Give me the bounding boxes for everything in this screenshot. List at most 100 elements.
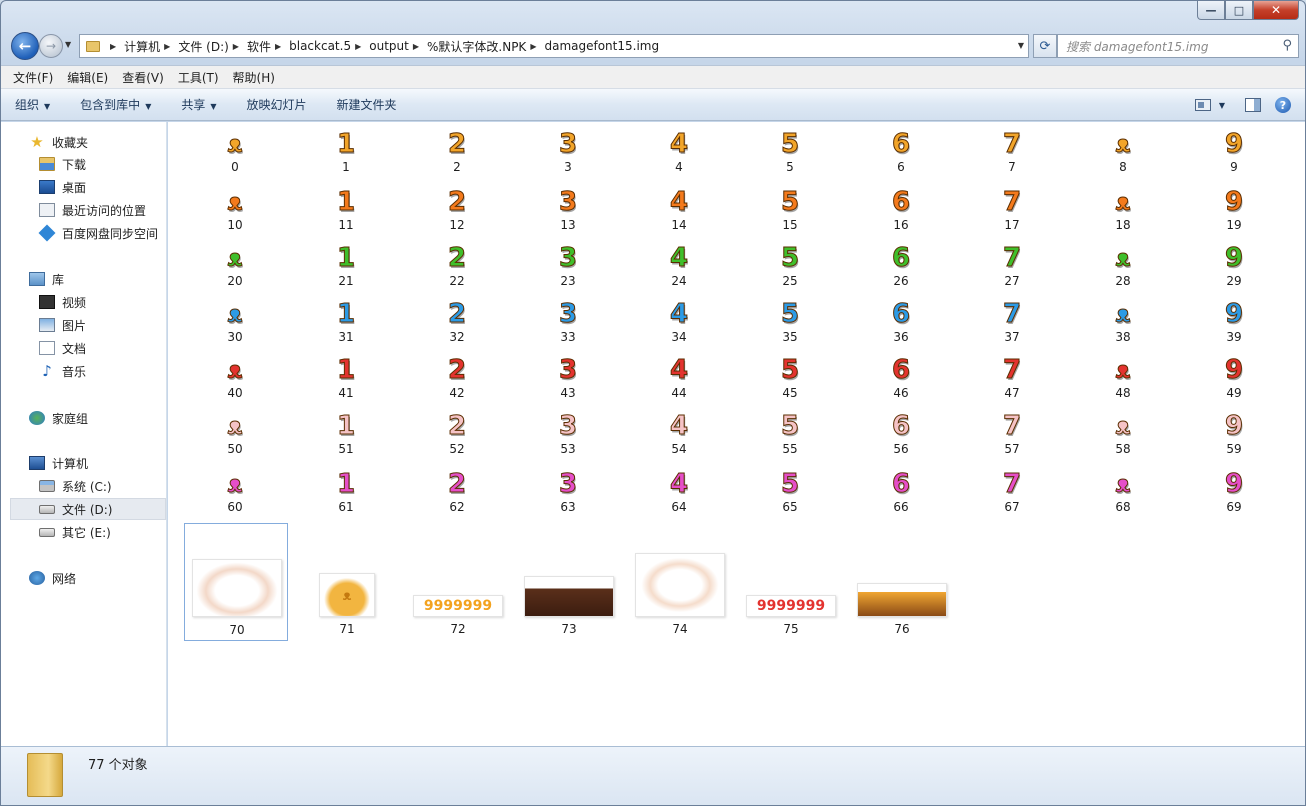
file-item[interactable]: 4 24: [649, 243, 709, 289]
sidebar-item-drive-d[interactable]: 文件 (D:): [10, 498, 166, 520]
new-folder-button[interactable]: 新建文件夹: [337, 96, 397, 113]
sidebar-item-recent-places[interactable]: 最近访问的位置: [1, 199, 167, 221]
file-item[interactable]: 4 64: [649, 469, 709, 515]
refresh-button[interactable]: ⟳: [1033, 34, 1057, 58]
file-item[interactable]: 33: [538, 129, 598, 175]
file-item[interactable]: 9 19: [1204, 187, 1264, 233]
file-item[interactable]: 5 55: [760, 411, 820, 457]
search-input[interactable]: 搜索 damagefont15.img ⚲: [1057, 34, 1299, 58]
close-button[interactable]: ✕: [1253, 1, 1299, 20]
file-item[interactable]: 44: [649, 129, 709, 175]
file-item[interactable]: 5 25: [760, 243, 820, 289]
sidebar-item-drive-c[interactable]: 系统 (C:): [1, 475, 167, 497]
file-item[interactable]: ᴥ 58: [1093, 411, 1153, 457]
breadcrumb-item[interactable]: ▶ output: [351, 38, 409, 55]
file-item[interactable]: ᴥ 68: [1093, 469, 1153, 515]
file-item[interactable]: 76: [850, 523, 954, 641]
breadcrumb-item[interactable]: ▶ %默认字体改.NPK: [409, 38, 526, 55]
file-item[interactable]: 99: [1204, 129, 1264, 175]
menu-file[interactable]: 文件(F): [13, 69, 53, 86]
file-item[interactable]: 9999999 72: [406, 523, 510, 641]
file-item[interactable]: 3 33: [538, 299, 598, 345]
file-item[interactable]: 3 63: [538, 469, 598, 515]
sidebar-item-videos[interactable]: 视频: [1, 291, 167, 313]
breadcrumb-separator-icon[interactable]: ▶: [413, 42, 419, 51]
file-item[interactable]: 70: [184, 523, 288, 641]
sidebar-item-pictures[interactable]: 图片: [1, 314, 167, 336]
breadcrumb-item[interactable]: ▶ blackcat.5: [271, 38, 351, 55]
file-item[interactable]: 2 32: [427, 299, 487, 345]
file-item[interactable]: 2 12: [427, 187, 487, 233]
file-item[interactable]: 4 44: [649, 355, 709, 401]
file-item[interactable]: 3 53: [538, 411, 598, 457]
file-item[interactable]: 9 39: [1204, 299, 1264, 345]
organize-button[interactable]: 组织 ▼: [15, 96, 50, 113]
sidebar-item-downloads[interactable]: 下载: [1, 153, 167, 175]
breadcrumb-item[interactable]: ▶ 计算机: [106, 38, 160, 55]
file-item[interactable]: 22: [427, 129, 487, 175]
file-item[interactable]: ᴥ 30: [205, 299, 265, 345]
sidebar-item-libraries[interactable]: 库: [1, 268, 167, 290]
file-item[interactable]: ᴥ 71: [295, 523, 399, 641]
file-item[interactable]: 7 67: [982, 469, 1042, 515]
file-item[interactable]: 1 51: [316, 411, 376, 457]
file-item[interactable]: 6 56: [871, 411, 931, 457]
address-dropdown-icon[interactable]: ▼: [1018, 41, 1024, 50]
file-item[interactable]: 1 41: [316, 355, 376, 401]
file-item[interactable]: 2 52: [427, 411, 487, 457]
file-item[interactable]: 9 69: [1204, 469, 1264, 515]
search-icon[interactable]: ⚲: [1282, 38, 1292, 53]
recent-pages-chevron-icon[interactable]: ▼: [65, 40, 71, 49]
file-item[interactable]: 6 66: [871, 469, 931, 515]
file-item[interactable]: 77: [982, 129, 1042, 175]
file-item[interactable]: ᴥ 10: [205, 187, 265, 233]
file-item[interactable]: ᴥ 60: [205, 469, 265, 515]
file-item[interactable]: 9999999 75: [739, 523, 843, 641]
file-item[interactable]: 1 11: [316, 187, 376, 233]
breadcrumb-item[interactable]: ▶ 软件: [229, 38, 271, 55]
sidebar-item-homegroup[interactable]: 家庭组: [1, 407, 167, 429]
file-item[interactable]: 7 27: [982, 243, 1042, 289]
file-item[interactable]: 6 16: [871, 187, 931, 233]
view-dropdown-icon[interactable]: ▼: [1219, 101, 1225, 110]
breadcrumb-separator-icon[interactable]: ▶: [233, 42, 239, 51]
help-icon[interactable]: ?: [1275, 97, 1291, 113]
menu-tools[interactable]: 工具(T): [178, 69, 219, 86]
file-item[interactable]: 6 46: [871, 355, 931, 401]
breadcrumb-item[interactable]: ▶ damagefont15.img: [526, 38, 659, 55]
file-item[interactable]: 2 22: [427, 243, 487, 289]
sidebar-item-drive-e[interactable]: 其它 (E:): [1, 521, 167, 543]
file-item[interactable]: 4 34: [649, 299, 709, 345]
file-item[interactable]: ᴥ 38: [1093, 299, 1153, 345]
preview-pane-icon[interactable]: [1245, 98, 1261, 112]
breadcrumb-item[interactable]: ▶ 文件 (D:): [160, 38, 229, 55]
file-item[interactable]: 6 26: [871, 243, 931, 289]
file-item[interactable]: 2 42: [427, 355, 487, 401]
file-item[interactable]: ᴥ 20: [205, 243, 265, 289]
menu-view[interactable]: 查看(V): [122, 69, 164, 86]
menu-edit[interactable]: 编辑(E): [67, 69, 108, 86]
breadcrumb-separator-icon[interactable]: ▶: [110, 42, 116, 51]
share-button[interactable]: 共享 ▼: [181, 96, 216, 113]
maximize-button[interactable]: □: [1225, 1, 1253, 20]
file-item[interactable]: 3 13: [538, 187, 598, 233]
file-item[interactable]: 55: [760, 129, 820, 175]
file-item[interactable]: 9 29: [1204, 243, 1264, 289]
sidebar-item-computer[interactable]: 计算机: [1, 452, 167, 474]
file-item[interactable]: 3 43: [538, 355, 598, 401]
sidebar-item-documents[interactable]: 文档: [1, 337, 167, 359]
file-item[interactable]: 7 37: [982, 299, 1042, 345]
file-item[interactable]: 5 65: [760, 469, 820, 515]
file-item[interactable]: 7 47: [982, 355, 1042, 401]
forward-button[interactable]: →: [39, 34, 63, 58]
file-item[interactable]: ᴥ 18: [1093, 187, 1153, 233]
file-item[interactable]: 4 14: [649, 187, 709, 233]
file-item[interactable]: 9 49: [1204, 355, 1264, 401]
file-item[interactable]: 5 15: [760, 187, 820, 233]
file-item[interactable]: ᴥ 50: [205, 411, 265, 457]
file-item[interactable]: ᴥ 40: [205, 355, 265, 401]
file-item[interactable]: ᴥ 48: [1093, 355, 1153, 401]
sidebar-item-baidu-sync[interactable]: 百度网盘同步空间: [1, 222, 167, 244]
sidebar-item-network[interactable]: 网络: [1, 567, 167, 589]
sidebar-item-music[interactable]: ♪ 音乐: [1, 360, 167, 382]
